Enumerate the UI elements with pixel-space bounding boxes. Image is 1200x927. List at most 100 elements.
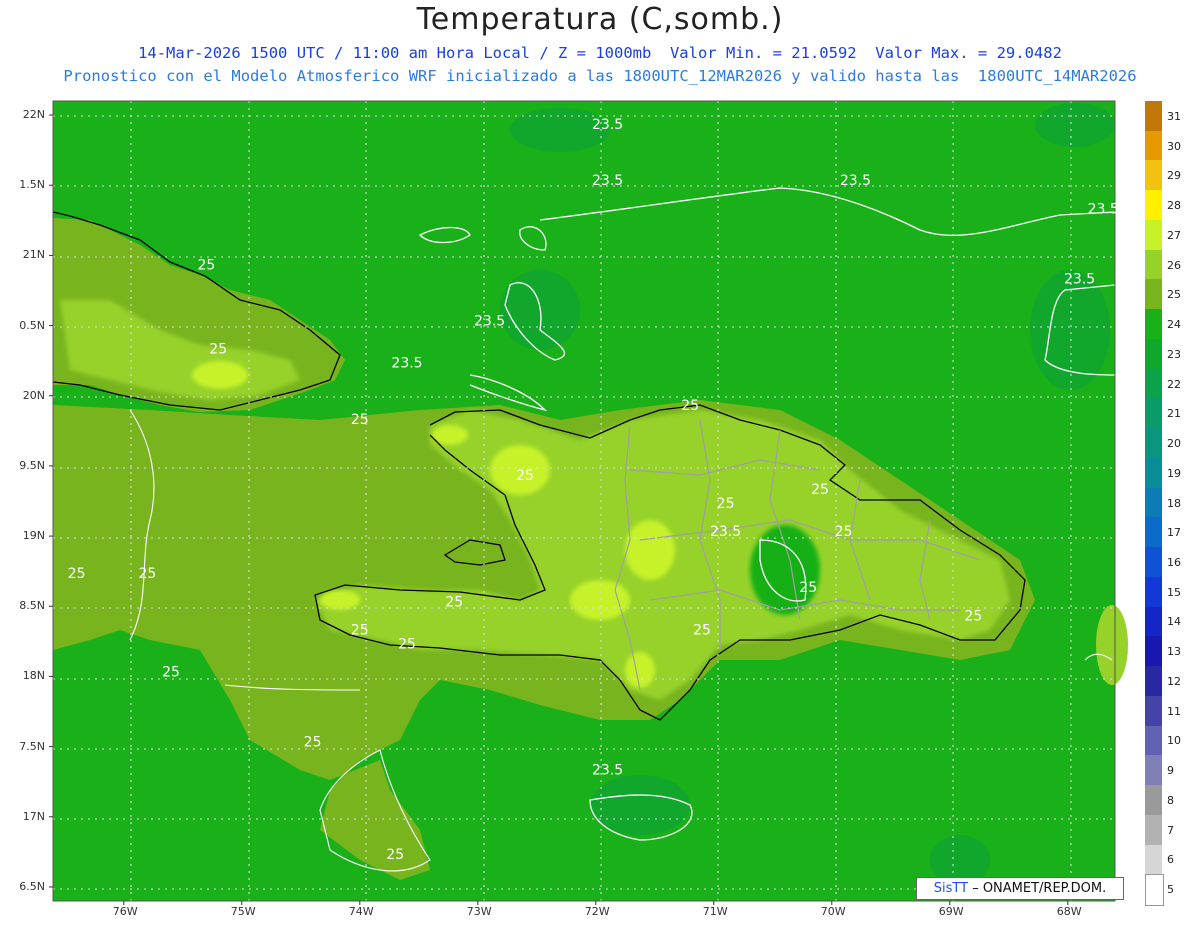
x-tick-label: 75W <box>230 905 256 918</box>
y-tick-label: 7.5N <box>19 739 45 753</box>
colorbar-swatch <box>1145 398 1162 429</box>
colorbar-swatch <box>1145 428 1162 459</box>
colorbar-swatch <box>1145 636 1162 667</box>
colorbar-label: 14 <box>1167 615 1181 629</box>
colorbar <box>1145 101 1164 907</box>
colorbar-label: 31 <box>1167 109 1181 123</box>
colorbar-swatch <box>1145 219 1162 251</box>
colorbar-swatch <box>1145 249 1162 280</box>
x-tick-label: 72W <box>584 905 610 918</box>
contour-label: 25 <box>964 608 982 624</box>
y-tick-label: 19N <box>22 529 45 543</box>
contour-label: 25 <box>209 342 227 358</box>
y-tick-label: 22N <box>22 108 45 122</box>
contour-label: 25 <box>386 847 404 863</box>
colorbar-label: 21 <box>1167 407 1181 421</box>
colorbar-label: 20 <box>1167 437 1181 451</box>
contour-label: 25 <box>717 496 735 512</box>
contour-label: 23.5 <box>840 173 871 189</box>
credit-text: – ONAMET/REP.DOM. <box>968 881 1107 896</box>
colorbar-swatch <box>1145 725 1162 756</box>
temperature-map: 23.5 23.5 23.5 23.5 23.5 23.5 23.5 23.5 23.5 25 25… <box>49 100 1128 905</box>
colorbar-swatch <box>1145 338 1162 370</box>
colorbar-swatch <box>1145 368 1162 399</box>
x-tick-label: 73W <box>466 905 492 918</box>
colorbar-swatch <box>1145 755 1162 786</box>
colorbar-label: 6 <box>1167 853 1174 867</box>
colorbar-label: 26 <box>1167 258 1181 272</box>
colorbar-label: 12 <box>1167 674 1181 688</box>
colorbar-swatch <box>1145 695 1162 727</box>
colorbar-swatch <box>1145 130 1162 161</box>
contour-label: 23.5 <box>592 763 623 779</box>
colorbar-label: 9 <box>1167 764 1174 778</box>
colorbar-swatch <box>1145 309 1162 340</box>
y-tick-label: 18N <box>22 669 45 683</box>
contour-label: 25 <box>693 622 711 638</box>
colorbar-swatch <box>1145 547 1162 578</box>
y-tick-label: 0.5N <box>19 318 45 332</box>
x-tick-label: 68W <box>1056 905 1082 918</box>
colorbar-swatch <box>1145 874 1164 907</box>
colorbar-swatch <box>1145 576 1162 608</box>
x-tick-label: 76W <box>112 905 138 918</box>
contour-label: 25 <box>162 664 180 680</box>
contour-label: 25 <box>398 636 416 652</box>
contour-label: 23.5 <box>710 524 741 540</box>
colorbar-swatch <box>1145 814 1162 845</box>
colorbar-label: 30 <box>1167 139 1181 153</box>
colorbar-label: 19 <box>1167 466 1181 480</box>
contour-label: 25 <box>68 566 86 582</box>
colorbar-swatch <box>1145 666 1162 697</box>
colorbar-label: 22 <box>1167 377 1181 391</box>
contour-label: 23.5 <box>1088 201 1119 217</box>
y-tick-label: 1.5N <box>19 178 45 192</box>
y-tick-label: 17N <box>22 809 45 823</box>
contour-label: 25 <box>681 398 699 414</box>
contour-label: 23.5 <box>592 117 623 133</box>
colorbar-swatch <box>1145 160 1162 191</box>
x-tick-label: 71W <box>702 905 728 918</box>
colorbar-label: 23 <box>1167 347 1181 361</box>
contour-label: 23.5 <box>592 173 623 189</box>
x-tick-label: 74W <box>348 905 374 918</box>
puerto-rico-warm <box>1096 605 1128 685</box>
y-tick-label: 8.5N <box>19 599 45 613</box>
contour-label: 25 <box>799 580 817 596</box>
colorbar-swatch <box>1145 785 1162 816</box>
colorbar-label: 16 <box>1167 555 1181 569</box>
contour-label: 25 <box>516 468 534 484</box>
contour-label: 23.5 <box>391 356 422 372</box>
colorbar-label: 13 <box>1167 645 1181 659</box>
credit-box: SisTT – ONAMET/REP.DOM. <box>916 877 1124 900</box>
sistt-logo-text: SisTT <box>933 881 969 896</box>
x-tick-label: 69W <box>938 905 964 918</box>
colorbar-label: 8 <box>1167 793 1174 807</box>
colorbar-swatch <box>1145 517 1162 548</box>
colorbar-swatch <box>1145 101 1162 132</box>
colorbar-label: 24 <box>1167 318 1181 332</box>
colorbar-swatch <box>1145 606 1162 637</box>
colorbar-label: 15 <box>1167 585 1181 599</box>
colorbar-label: 18 <box>1167 496 1181 510</box>
colorbar-label: 29 <box>1167 169 1181 183</box>
colorbar-label: 28 <box>1167 199 1181 213</box>
y-tick-label: 6.5N <box>19 879 45 893</box>
colorbar-swatch <box>1145 844 1162 875</box>
colorbar-label: 27 <box>1167 228 1181 242</box>
contour-label: 25 <box>351 622 369 638</box>
cuba-hot-spot <box>192 361 248 389</box>
colorbar-label: 17 <box>1167 526 1181 540</box>
colorbar-label: 7 <box>1167 823 1174 837</box>
colorbar-label: 25 <box>1167 288 1181 302</box>
contour-label: 23.5 <box>474 314 505 330</box>
colorbar-swatch <box>1145 190 1162 221</box>
y-tick-label: 20N <box>22 388 45 402</box>
y-tick-label: 9.5N <box>19 458 45 472</box>
contour-label: 25 <box>138 566 156 582</box>
contour-label: 25 <box>304 735 322 751</box>
contour-label: 25 <box>811 482 829 498</box>
x-tick-label: 70W <box>820 905 846 918</box>
colorbar-label: 5 <box>1167 883 1174 897</box>
y-tick-label: 21N <box>22 248 45 262</box>
